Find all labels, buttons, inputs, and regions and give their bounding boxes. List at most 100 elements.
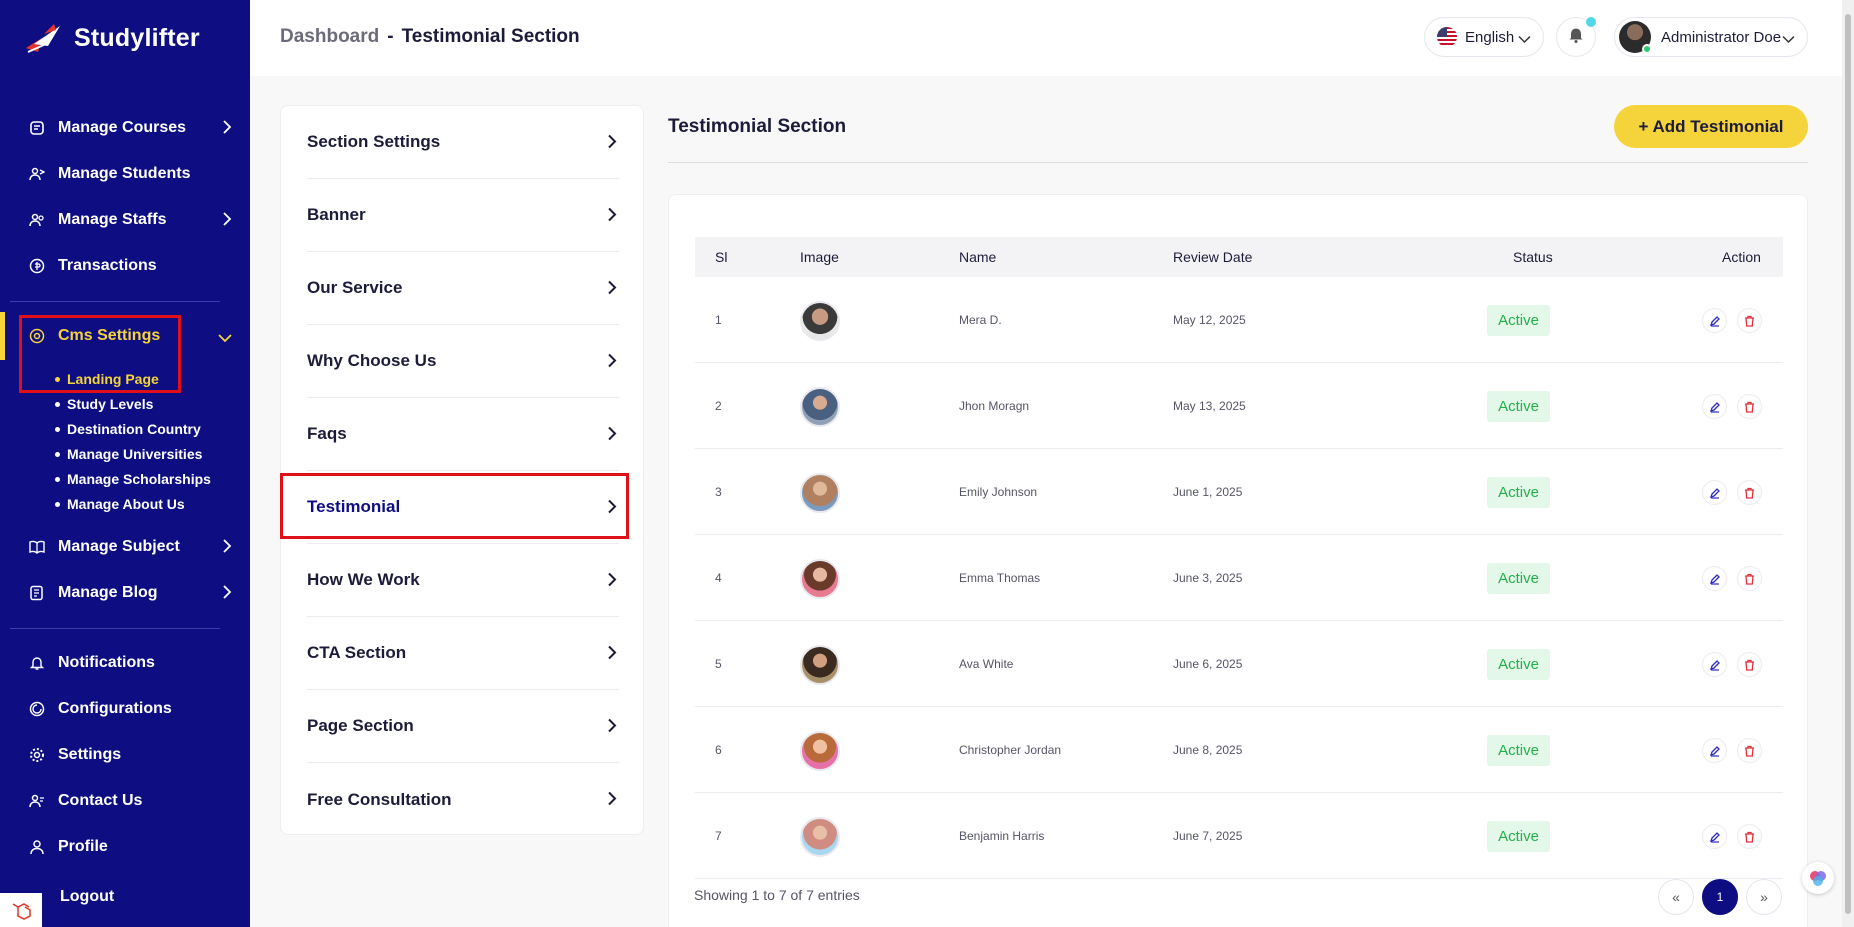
edit-icon[interactable] [1702, 308, 1727, 333]
row-sl: 1 [715, 313, 722, 327]
row-sl: 3 [715, 485, 722, 499]
courses-icon [28, 119, 46, 137]
sidebar-item-manage-blog[interactable]: Manage Blog [28, 578, 240, 608]
delete-icon[interactable] [1737, 566, 1762, 591]
column-header: Sl [715, 249, 728, 265]
entries-info: Showing 1 to 7 of 7 entries [694, 887, 860, 903]
table-row: 5 Ava White June 6, 2025 Active [695, 621, 1783, 707]
column-header: Action [1722, 249, 1761, 265]
breadcrumb: Dashboard - Testimonial Section [280, 26, 580, 48]
delete-icon[interactable] [1737, 308, 1762, 333]
status-badge: Active [1487, 735, 1550, 766]
delete-icon[interactable] [1737, 738, 1762, 763]
delete-icon[interactable] [1737, 394, 1762, 419]
breadcrumb-current: Testimonial Section [401, 26, 580, 47]
row-date: May 13, 2025 [1173, 399, 1246, 413]
sidebar-item-configurations[interactable]: Configurations [28, 694, 240, 724]
scrollbar-thumb[interactable] [1845, 14, 1851, 914]
sidebar-item-settings[interactable]: Settings [28, 740, 240, 770]
edit-icon[interactable] [1702, 566, 1727, 591]
sidebar-item-label: Profile [58, 838, 108, 855]
sidebar-item-transactions[interactable]: Transactions [28, 251, 240, 281]
logo[interactable]: Studylifter [24, 22, 200, 54]
section-menu-item[interactable]: CTA Section [307, 617, 619, 690]
subnav-study-levels[interactable]: Study Levels [55, 396, 153, 412]
row-date: May 12, 2025 [1173, 313, 1246, 327]
row-sl: 7 [715, 829, 722, 843]
section-menu-item[interactable]: Faqs [307, 398, 619, 471]
section-menu-item[interactable]: Page Section [307, 690, 619, 763]
row-date: June 7, 2025 [1173, 829, 1243, 843]
status-badge: Active [1487, 563, 1550, 594]
delete-icon[interactable] [1737, 824, 1762, 849]
edit-icon[interactable] [1702, 394, 1727, 419]
sidebar-item-manage-staffs[interactable]: Manage Staffs [28, 205, 240, 235]
column-header: Review Date [1173, 249, 1253, 265]
testimonial-avatar [800, 473, 840, 513]
subnav-manage-scholarships[interactable]: Manage Scholarships [55, 471, 211, 487]
edit-icon[interactable] [1702, 652, 1727, 677]
row-name: Ava White [959, 657, 1014, 671]
sidebar-item-logout[interactable]: Logout [60, 882, 272, 912]
sidebar-item-label: Manage Students [58, 165, 191, 182]
subnav-landing-page[interactable]: Landing Page [55, 371, 159, 387]
chevron-right-icon [222, 539, 232, 558]
pagination-prev[interactable]: « [1658, 879, 1694, 915]
status-badge: Active [1487, 821, 1550, 852]
status-badge: Active [1487, 477, 1550, 508]
pagination-page[interactable]: 1 [1702, 879, 1738, 915]
chevron-right-icon [222, 212, 232, 231]
breadcrumb-root[interactable]: Dashboard [280, 26, 379, 48]
section-menu-item[interactable]: Free Consultation [307, 763, 619, 836]
testimonial-avatar [800, 645, 840, 685]
chevron-right-icon [607, 791, 617, 811]
section-menu-item[interactable]: Why Choose Us [307, 325, 619, 398]
edit-icon[interactable] [1702, 738, 1727, 763]
testimonial-avatar [800, 731, 840, 771]
subnav-manage-universities[interactable]: Manage Universities [55, 446, 202, 462]
sidebar-item-manage-courses[interactable]: Manage Courses [28, 113, 240, 143]
status-badge: Active [1487, 649, 1550, 680]
section-menu-item[interactable]: Banner [307, 179, 619, 252]
testimonial-avatar [800, 559, 840, 599]
add-testimonial-button[interactable]: + Add Testimonial [1614, 105, 1808, 148]
sidebar-item-notifications[interactable]: Notifications [28, 648, 240, 678]
sidebar-item-manage-subject[interactable]: Manage Subject [28, 532, 240, 562]
top-header: Dashboard - Testimonial Section English … [250, 0, 1854, 76]
bell-icon [28, 654, 46, 672]
delete-icon[interactable] [1737, 480, 1762, 505]
sidebar-item-profile[interactable]: Profile [28, 832, 240, 862]
section-menu-item[interactable]: How We Work [307, 544, 619, 617]
user-menu[interactable]: Administrator Doe [1614, 17, 1808, 57]
delete-icon[interactable] [1737, 652, 1762, 677]
row-name: Emma Thomas [959, 571, 1041, 585]
chevron-right-icon [607, 207, 617, 227]
highlight-box [280, 473, 629, 539]
page-title: Testimonial Section [668, 116, 847, 137]
sidebar-item-contact-us[interactable]: Contact Us [28, 786, 240, 816]
sidebar-item-manage-students[interactable]: Manage Students [28, 159, 240, 189]
subnav-destination-country[interactable]: Destination Country [55, 421, 201, 437]
chevron-right-icon [222, 120, 232, 139]
edit-icon[interactable] [1702, 480, 1727, 505]
section-menu-item[interactable]: Section Settings [307, 106, 619, 179]
laravel-debug-icon[interactable] [0, 893, 42, 927]
section-menu-item[interactable]: Our Service [307, 252, 619, 325]
row-date: June 1, 2025 [1173, 485, 1243, 499]
scrollbar[interactable] [1842, 0, 1854, 927]
sidebar-item-label: Contact Us [58, 792, 143, 809]
logo-bird-icon [24, 22, 66, 54]
avatar [1619, 21, 1652, 54]
chevron-down-icon [218, 330, 232, 348]
testimonial-avatar [800, 387, 840, 427]
chevron-down-icon [1518, 31, 1531, 48]
app-name: Studylifter [74, 23, 200, 52]
table-row: 2 Jhon Moragn May 13, 2025 Active [695, 363, 1783, 449]
language-label: English [1465, 28, 1515, 46]
language-selector[interactable]: English [1424, 17, 1544, 57]
subnav-manage-about-us[interactable]: Manage About Us [55, 496, 185, 512]
assistant-icon[interactable] [1802, 862, 1834, 894]
pagination-next[interactable]: » [1746, 879, 1782, 915]
sidebar-item-label: Manage Blog [58, 584, 158, 601]
edit-icon[interactable] [1702, 824, 1727, 849]
